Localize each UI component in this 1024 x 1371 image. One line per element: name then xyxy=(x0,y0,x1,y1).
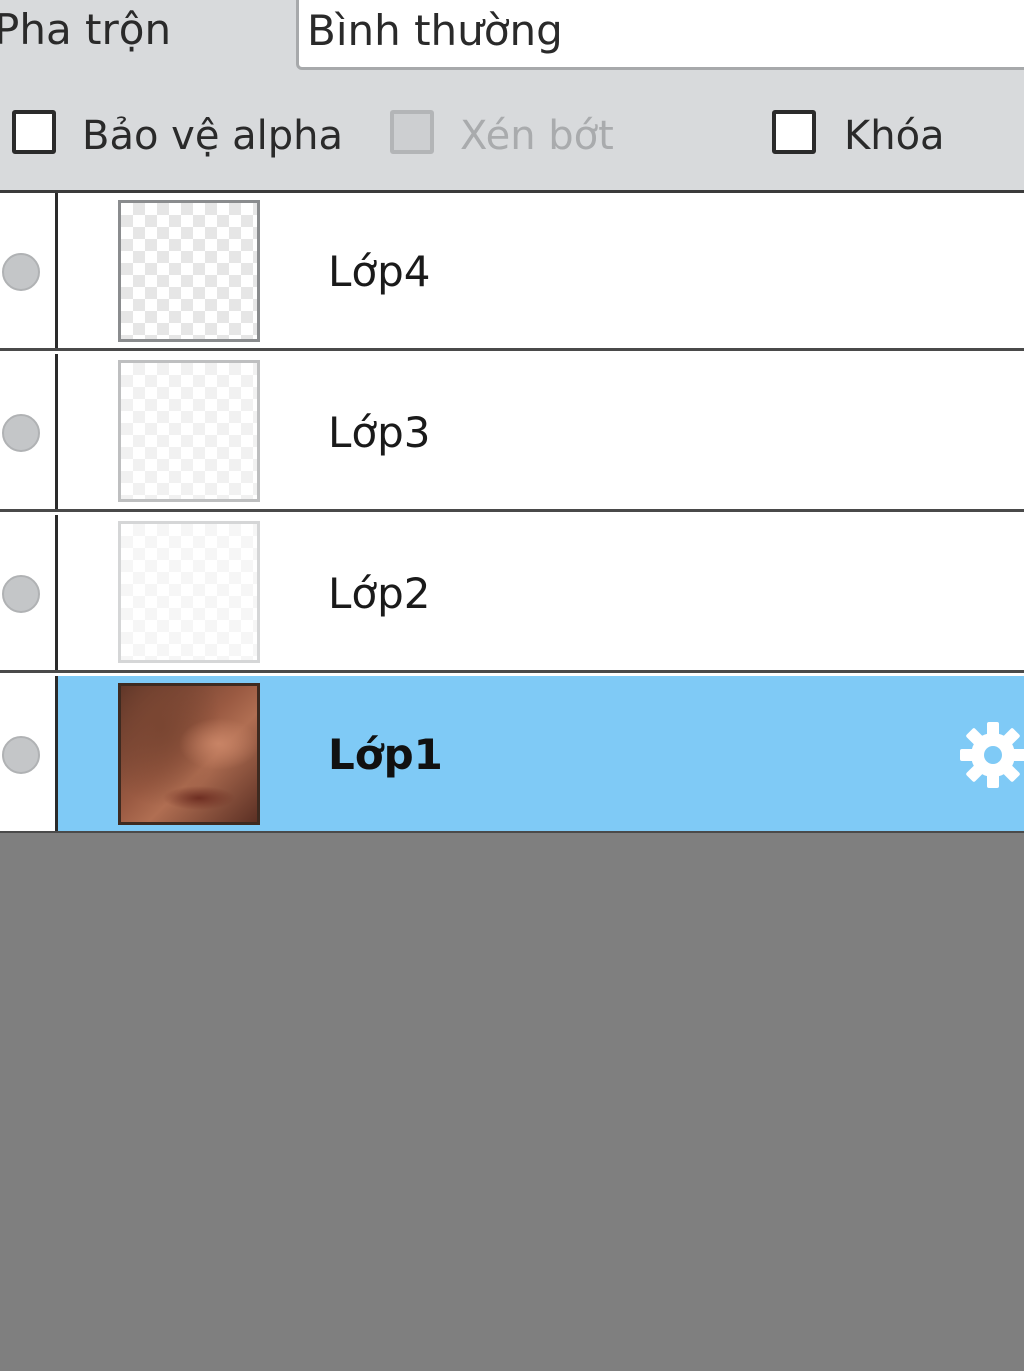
empty-panel-area xyxy=(0,833,1024,1371)
visibility-dot-icon[interactable] xyxy=(2,253,40,291)
layer-thumbnail xyxy=(118,200,260,342)
gear-icon[interactable] xyxy=(958,720,1024,790)
clip-checkbox[interactable] xyxy=(390,110,434,154)
visibility-cell[interactable] xyxy=(0,193,58,348)
layer-row-1[interactable]: Lớp1 xyxy=(0,676,1024,834)
layer-row-3[interactable]: Lớp3 xyxy=(0,354,1024,512)
layer-thumbnail xyxy=(118,360,260,502)
visibility-dot-icon[interactable] xyxy=(2,575,40,613)
visibility-cell[interactable] xyxy=(0,354,58,509)
blend-mode-bar: Pha trộn Bình thường xyxy=(0,0,1024,80)
lock-label: Khóa xyxy=(844,113,945,159)
protect-alpha-label: Bảo vệ alpha xyxy=(82,113,344,159)
blend-mode-value: Bình thường xyxy=(307,6,563,55)
layer-name: Lớp3 xyxy=(328,408,431,457)
blend-mode-label: Pha trộn xyxy=(0,5,172,54)
clip-label: Xén bớt xyxy=(460,113,614,159)
layer-name: Lớp4 xyxy=(328,247,431,296)
lock-checkbox[interactable] xyxy=(772,110,816,154)
layer-row-2[interactable]: Lớp2 xyxy=(0,515,1024,673)
layer-row-4[interactable]: Lớp4 xyxy=(0,193,1024,351)
layer-thumbnail xyxy=(118,683,260,825)
layers-list: Lớp4 Lớp3 Lớp2 Lớp1 xyxy=(0,190,1024,834)
layer-name: Lớp2 xyxy=(328,569,431,618)
visibility-dot-icon[interactable] xyxy=(2,414,40,452)
visibility-cell[interactable] xyxy=(0,515,58,670)
blend-mode-select[interactable]: Bình thường xyxy=(296,0,1024,70)
layer-thumbnail xyxy=(118,521,260,663)
visibility-cell[interactable] xyxy=(0,676,58,831)
protect-alpha-checkbox[interactable] xyxy=(12,110,56,154)
layer-name: Lớp1 xyxy=(328,730,443,779)
visibility-dot-icon[interactable] xyxy=(2,736,40,774)
